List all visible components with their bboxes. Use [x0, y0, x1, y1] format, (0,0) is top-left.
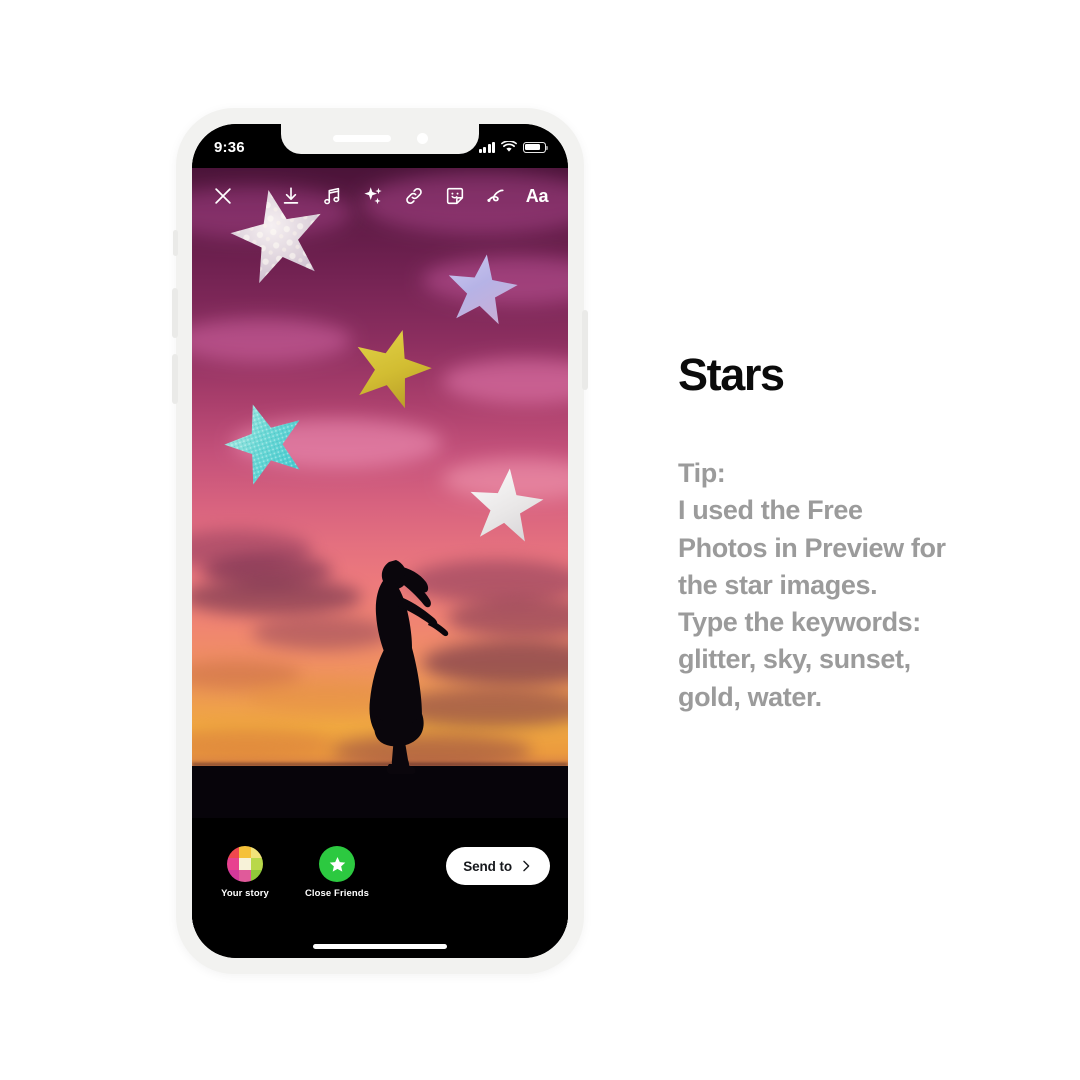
- sticker-star-white[interactable]: [462, 462, 550, 548]
- sticker-smiley-icon[interactable]: [442, 183, 468, 209]
- volume-up-button[interactable]: [172, 288, 178, 338]
- status-time: 9:36: [214, 138, 245, 156]
- draw-squiggle-icon[interactable]: [483, 183, 509, 209]
- sparkles-icon[interactable]: [360, 183, 386, 209]
- caption-panel: Stars Tip: I used the Free Photos in Pre…: [678, 352, 1008, 716]
- music-note-icon[interactable]: [319, 183, 345, 209]
- share-target-list: Your story Close Friends: [210, 846, 372, 899]
- text-aa-label: Aa: [525, 186, 549, 206]
- download-icon[interactable]: [278, 183, 304, 209]
- wifi-icon: [501, 141, 517, 152]
- battery-icon: [523, 141, 549, 153]
- story-grid-avatar-icon: [227, 846, 263, 882]
- front-camera-icon: [416, 133, 428, 144]
- silent-switch-button[interactable]: [173, 230, 178, 256]
- status-indicators: [478, 141, 549, 153]
- phone-notch: [281, 124, 479, 154]
- share-target-your-story[interactable]: Your story: [210, 846, 280, 899]
- send-to-button[interactable]: Send to: [446, 847, 550, 885]
- share-target-label: Your story: [221, 888, 269, 899]
- earpiece-speaker-icon: [332, 135, 391, 142]
- close-x-icon[interactable]: [210, 183, 236, 209]
- cellular-bars-icon: [478, 141, 495, 153]
- home-indicator-bar[interactable]: [313, 944, 447, 949]
- power-button[interactable]: [582, 310, 588, 390]
- dancer-silhouette: [342, 548, 462, 778]
- close-friends-star-icon: [319, 846, 355, 882]
- toolbar-icon-group: Aa: [278, 183, 550, 209]
- caption-body-text: Tip: I used the Free Photos in Preview f…: [678, 458, 946, 712]
- text-aa-icon[interactable]: Aa: [524, 183, 550, 209]
- share-target-label: Close Friends: [304, 888, 370, 899]
- story-canvas[interactable]: [192, 168, 568, 928]
- phone-mockup: 9:36 Aa Your story Close Friends Send to: [172, 108, 588, 974]
- volume-down-button[interactable]: [172, 354, 178, 404]
- sticker-star-lavender[interactable]: [439, 247, 525, 331]
- link-icon[interactable]: [401, 183, 427, 209]
- story-share-bar: Your story Close Friends Send to: [192, 828, 568, 958]
- share-target-close-friends[interactable]: Close Friends: [302, 846, 372, 899]
- story-editor-toolbar: Aa: [192, 168, 568, 224]
- story-photo: [192, 168, 568, 818]
- chevron-right-icon: [523, 860, 530, 872]
- phone-screen: 9:36 Aa Your story Close Friends Send to: [192, 124, 568, 958]
- send-to-label: Send to: [463, 858, 512, 874]
- page-title: Stars: [678, 349, 785, 400]
